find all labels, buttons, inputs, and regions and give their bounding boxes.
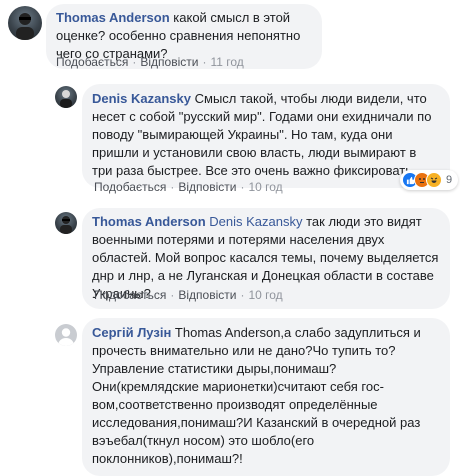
like-link[interactable]: Подобається (94, 180, 166, 194)
avatar-denis-kazansky[interactable] (55, 86, 77, 108)
separator-dot: · (202, 55, 207, 69)
comment-author[interactable]: Thomas Anderson (92, 214, 206, 229)
separator-dot: · (240, 288, 245, 302)
avatar-serhii-luzin[interactable] (55, 324, 77, 346)
comment-time[interactable]: 11 год (210, 55, 243, 69)
user-avatar-icon (16, 13, 34, 40)
like-link[interactable]: Подобається (56, 55, 128, 69)
comment-mention[interactable]: Denis Kazansky (209, 214, 302, 229)
comment-text: Thomas Anderson,а слабо задуплиться и пр… (92, 325, 421, 466)
comment-author[interactable]: Denis Kazansky (92, 91, 191, 106)
comment-actions: Подобається · Відповісти · 11 год (56, 55, 244, 69)
separator-dot: · (170, 288, 175, 302)
separator-dot: · (240, 180, 245, 194)
reactions-summary[interactable]: 9 (400, 170, 459, 190)
user-avatar-icon (60, 216, 72, 234)
separator-dot: · (132, 55, 137, 69)
avatar-thomas-anderson[interactable] (8, 6, 42, 40)
comment-author[interactable]: Сергій Лузін (92, 325, 171, 340)
comment-bubble: Denis Kazansky Смысл такой, чтобы люди в… (82, 84, 450, 188)
user-avatar-icon (58, 328, 74, 346)
avatar-thomas-anderson[interactable] (55, 212, 77, 234)
reply-link[interactable]: Відповісти (178, 288, 236, 302)
reply-link[interactable]: Відповісти (178, 180, 236, 194)
haha-reaction-icon (426, 172, 442, 188)
comment-author[interactable]: Thomas Anderson (56, 10, 170, 25)
like-link[interactable]: Подобається (94, 288, 166, 302)
comment-actions: Подобається · Відповісти · 10 год (94, 288, 283, 302)
user-avatar-icon (60, 90, 72, 108)
comment-bubble: Сергій Лузін Thomas Anderson,а слабо зад… (82, 318, 450, 476)
comment-time[interactable]: 10 год (248, 288, 282, 302)
separator-dot: · (170, 180, 175, 194)
comment-time[interactable]: 10 год (248, 180, 282, 194)
reaction-count: 9 (446, 174, 453, 186)
comment-actions: Подобається · Відповісти · 10 год (94, 180, 283, 194)
reply-link[interactable]: Відповісти (140, 55, 198, 69)
